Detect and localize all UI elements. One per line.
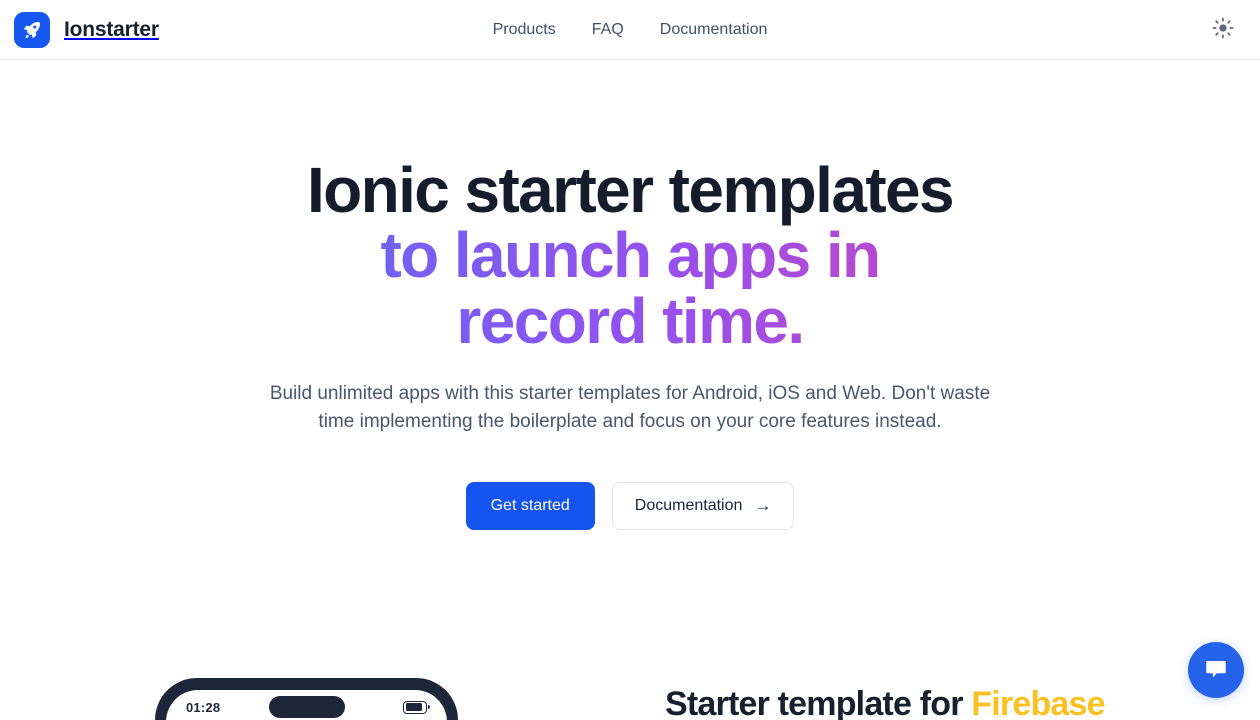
- documentation-button[interactable]: Documentation →: [611, 481, 795, 530]
- nav-link-products[interactable]: Products: [493, 21, 556, 39]
- get-started-button[interactable]: Get started: [465, 481, 595, 530]
- battery-icon: [403, 700, 430, 714]
- feature-preview-section: 01:28 Starter template for Firebase: [0, 600, 1260, 720]
- status-bar-time: 01:28: [186, 699, 221, 715]
- hero-action-buttons: Get started Documentation →: [0, 481, 1260, 530]
- brand-logo-link[interactable]: Ionstarter: [0, 11, 159, 48]
- nav-link-documentation[interactable]: Documentation: [660, 21, 768, 39]
- hero-title-line-3: record time.: [0, 288, 1260, 354]
- phone-screen: 01:28: [166, 690, 447, 720]
- sun-icon: [1212, 17, 1234, 42]
- feature-heading-accent: Firebase: [971, 685, 1105, 720]
- hero-subtitle: Build unlimited apps with this starter t…: [269, 382, 991, 432]
- chat-widget-button[interactable]: [1188, 642, 1244, 698]
- hero-title-line-2: to launch apps in: [0, 222, 1260, 288]
- page-title: Ionic starter templates to launch apps i…: [0, 154, 1260, 354]
- primary-navigation: Products FAQ Documentation: [0, 0, 1260, 59]
- phone-notch: [268, 696, 345, 718]
- hero-title-line-1: Ionic starter templates: [306, 154, 955, 226]
- feature-heading: Starter template for Firebase: [665, 685, 1106, 720]
- arrow-right-icon: →: [754, 496, 772, 516]
- documentation-button-label: Documentation: [634, 496, 743, 514]
- hero-section: Ionic starter templates to launch apps i…: [0, 60, 1260, 530]
- brand-name: Ionstarter: [64, 17, 159, 41]
- site-header: Ionstarter Products FAQ Documentation: [0, 0, 1260, 60]
- chat-bubble-icon: [1203, 656, 1229, 685]
- theme-toggle-button[interactable]: [1206, 13, 1240, 47]
- phone-status-bar: 01:28: [166, 690, 447, 720]
- feature-heading-text: Starter template for: [665, 685, 963, 720]
- nav-link-faq[interactable]: FAQ: [592, 21, 624, 39]
- phone-mockup: 01:28: [155, 678, 458, 720]
- rocket-icon: [14, 11, 50, 48]
